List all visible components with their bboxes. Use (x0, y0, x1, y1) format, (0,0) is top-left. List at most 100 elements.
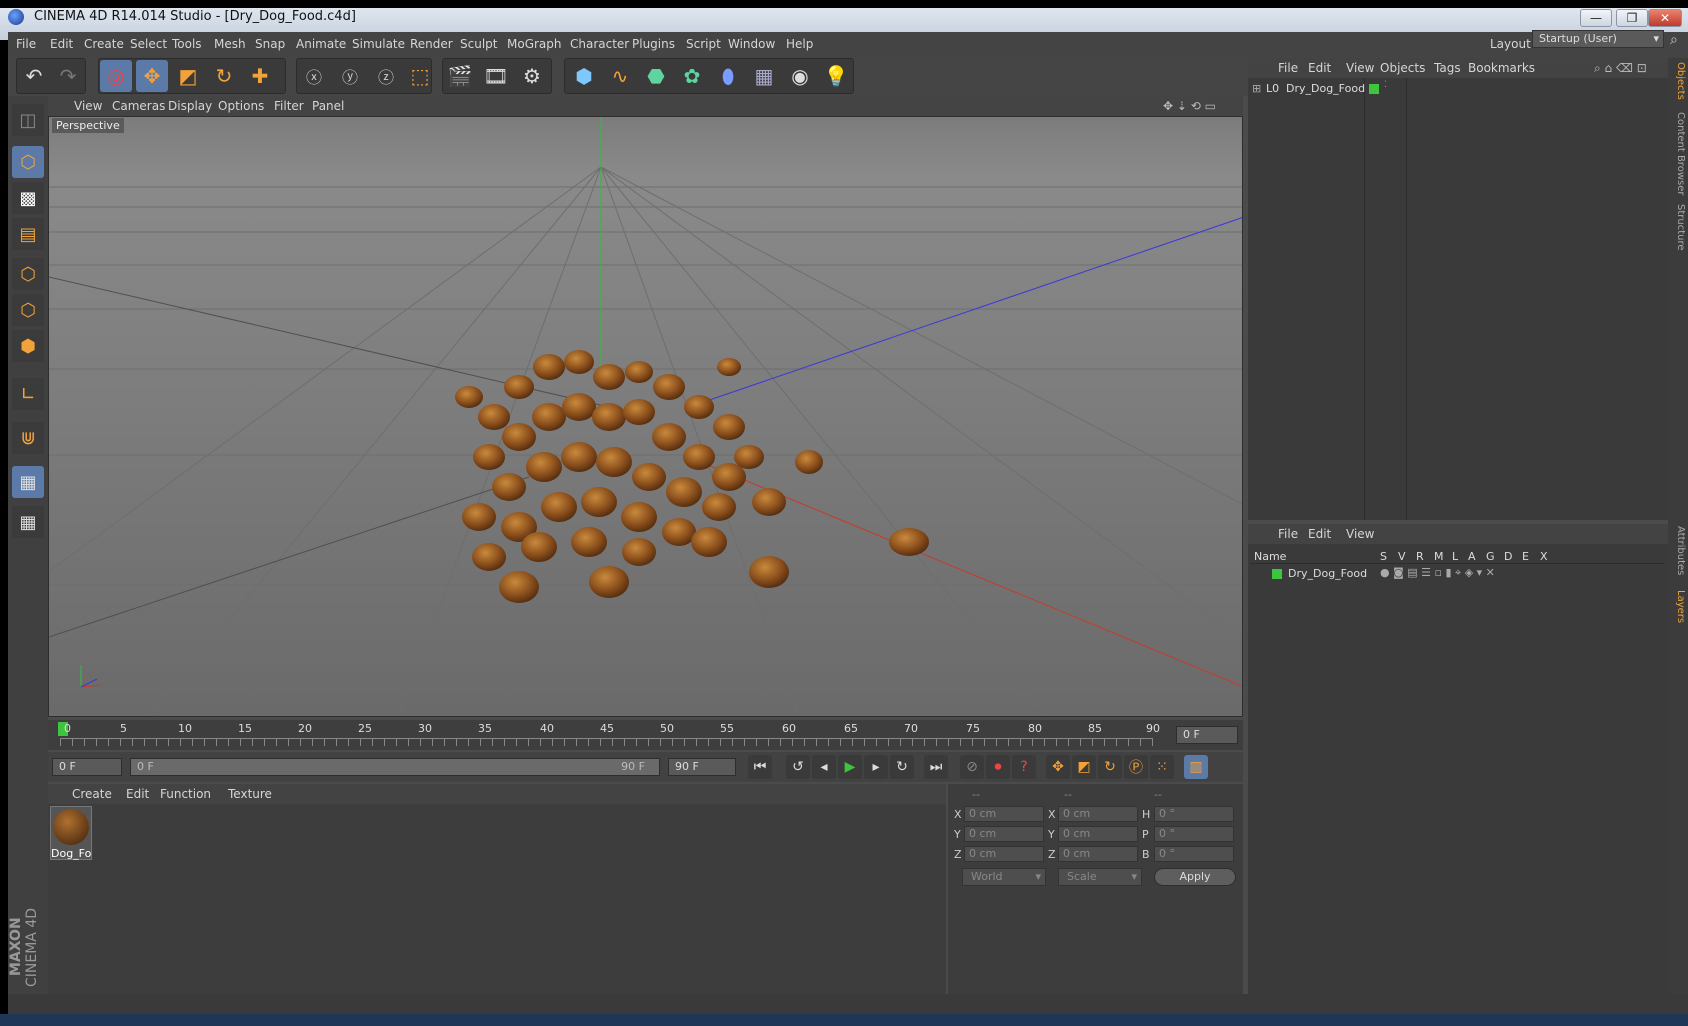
menu-help[interactable]: Help (786, 37, 813, 51)
objects-menu-file[interactable]: File (1278, 61, 1298, 75)
viewport-menu-options[interactable]: Options (218, 99, 264, 113)
tab-content-browser[interactable]: Content Browser (1670, 112, 1686, 195)
points-mode-icon[interactable]: ⬡ (12, 258, 44, 290)
layer-col-name[interactable]: Name (1254, 550, 1286, 563)
material-menu-function[interactable]: Function (160, 787, 211, 801)
menu-window[interactable]: Window (728, 37, 775, 51)
menu-mesh[interactable]: Mesh (214, 37, 246, 51)
visibility-dots-icon[interactable]: ⁚ (1384, 80, 1387, 90)
viewport-menu-panel[interactable]: Panel (312, 99, 344, 113)
previous-frame-icon[interactable]: ◂ (812, 755, 836, 779)
floor-icon[interactable]: ▦ (748, 60, 780, 92)
tab-layers[interactable]: Layers (1670, 590, 1686, 623)
layout-dropdown[interactable]: Startup (User) ▾ (1532, 30, 1664, 48)
z-axis-lock-icon[interactable]: ⓩ (370, 60, 402, 92)
key-point-level-icon[interactable]: ⁙ (1150, 755, 1174, 779)
next-frame-icon[interactable]: ▸ (864, 755, 888, 779)
viewport-navigation-icons[interactable]: ✥ ⇣ ⟲ ▭ (1163, 99, 1216, 113)
menu-plugins[interactable]: Plugins (632, 37, 675, 51)
minimize-button[interactable]: — (1580, 9, 1612, 27)
menu-tools[interactable]: Tools (172, 37, 202, 51)
menu-render[interactable]: Render (410, 37, 453, 51)
go-to-start-icon[interactable]: ⏮ (748, 755, 772, 779)
viewport-camera-label[interactable]: Perspective (52, 118, 124, 133)
axis-mode-icon[interactable]: ∟ (12, 378, 44, 410)
objects-menu-objects[interactable]: Objects (1380, 61, 1425, 75)
y-axis-lock-icon[interactable]: ⓨ (334, 60, 366, 92)
layer-col-deformers[interactable]: D (1504, 550, 1512, 563)
menu-file[interactable]: File (16, 37, 36, 51)
make-editable-icon[interactable]: ◫ (12, 104, 44, 136)
layer-col-view[interactable]: V (1398, 550, 1406, 563)
position-y-field[interactable]: 0 cm (964, 826, 1044, 842)
scale-mode-dropdown[interactable]: Scale ▾ (1058, 868, 1142, 886)
material-menu-texture[interactable]: Texture (228, 787, 272, 801)
layer-col-manager[interactable]: M (1434, 550, 1444, 563)
menu-create[interactable]: Create (84, 37, 124, 51)
keyframe-selection-icon[interactable]: ? (1012, 755, 1036, 779)
render-view-icon[interactable]: 🎬 (444, 60, 476, 92)
render-settings-icon[interactable]: ⚙ (516, 60, 548, 92)
texture-mode-icon[interactable]: ▩ (12, 182, 44, 214)
layer-col-solo[interactable]: S (1380, 550, 1387, 563)
layer-col-expressions[interactable]: E (1522, 550, 1529, 563)
objects-menu-edit[interactable]: Edit (1308, 61, 1331, 75)
start-frame-field[interactable]: 0 F (52, 758, 122, 776)
end-frame-field[interactable]: 90 F (668, 758, 736, 776)
nurbs-icon[interactable]: ⬣ (640, 60, 672, 92)
workplane-icon[interactable]: ▤ (12, 218, 44, 250)
close-button[interactable]: ✕ (1648, 9, 1682, 27)
layers-menu-file[interactable]: File (1278, 527, 1298, 541)
viewport-menu-filter[interactable]: Filter (274, 99, 304, 113)
size-z-field[interactable]: 0 cm (1058, 846, 1138, 862)
layer-col-xref[interactable]: X (1540, 550, 1548, 563)
current-frame-field[interactable]: 0 F (1176, 726, 1238, 744)
workplane-rotate-icon[interactable]: ▦ (12, 506, 44, 538)
menu-script[interactable]: Script (686, 37, 721, 51)
object-layer-color-swatch[interactable] (1369, 84, 1379, 94)
material-menu-edit[interactable]: Edit (126, 787, 149, 801)
model-mode-icon[interactable]: ⬡ (12, 146, 44, 178)
object-row-dry-dog-food[interactable]: ⊞ L0 Dry_Dog_Food (1250, 82, 1365, 100)
position-x-field[interactable]: 0 cm (964, 806, 1044, 822)
previous-key-icon[interactable]: ↺ (786, 755, 810, 779)
expand-tree-icon[interactable]: ⊞ (1252, 82, 1261, 95)
live-selection-icon[interactable]: ◎ (100, 60, 132, 92)
key-rotation-icon[interactable]: ↻ (1098, 755, 1122, 779)
rotation-b-field[interactable]: 0 ° (1154, 846, 1234, 862)
size-x-field[interactable]: 0 cm (1058, 806, 1138, 822)
material-swatch[interactable]: Dog_Fo (50, 806, 92, 860)
polygons-mode-icon[interactable]: ⬢ (12, 330, 44, 362)
coordinate-mode-dropdown[interactable]: World ▾ (962, 868, 1046, 886)
layers-menu-edit[interactable]: Edit (1308, 527, 1331, 541)
maximize-button[interactable]: ❐ (1616, 9, 1648, 27)
key-position-icon[interactable]: ✥ (1046, 755, 1070, 779)
cube-primitive-icon[interactable]: ⬢ (568, 60, 600, 92)
menu-snap[interactable]: Snap (255, 37, 285, 51)
redo-icon[interactable]: ↷ (52, 60, 84, 92)
array-icon[interactable]: ✿ (676, 60, 708, 92)
snap-magnet-icon[interactable]: ⋓ (12, 422, 44, 454)
undo-icon[interactable]: ↶ (18, 60, 50, 92)
objects-menu-view[interactable]: View (1346, 61, 1374, 75)
menu-sculpt[interactable]: Sculpt (460, 37, 497, 51)
material-menu-create[interactable]: Create (72, 787, 112, 801)
layers-menu-view[interactable]: View (1346, 527, 1374, 541)
apply-button[interactable]: Apply (1154, 868, 1236, 886)
rotation-h-field[interactable]: 0 ° (1154, 806, 1234, 822)
viewport-menu-display[interactable]: Display (168, 99, 212, 113)
menu-animate[interactable]: Animate (296, 37, 346, 51)
layer-toggle-icons[interactable]: ● ◙ ▤ ☰ ▫ ▮ ⌖ ◈ ▾ ✕ (1380, 566, 1495, 580)
layer-col-locked[interactable]: L (1452, 550, 1458, 563)
camera-icon[interactable]: ◉ (784, 60, 816, 92)
key-scale-icon[interactable]: ◩ (1072, 755, 1096, 779)
deformer-icon[interactable]: ⬮ (712, 60, 744, 92)
tab-attributes[interactable]: Attributes (1670, 526, 1686, 575)
menu-mograph[interactable]: MoGraph (507, 37, 562, 51)
timeline-window-icon[interactable]: ▥ (1184, 755, 1208, 779)
viewport-menu-cameras[interactable]: Cameras (112, 99, 165, 113)
next-key-icon[interactable]: ↻ (890, 755, 914, 779)
coordinate-system-icon[interactable]: ⬚ (404, 60, 436, 92)
menu-character[interactable]: Character (570, 37, 629, 51)
move-tool-icon[interactable]: ✥ (136, 60, 168, 92)
